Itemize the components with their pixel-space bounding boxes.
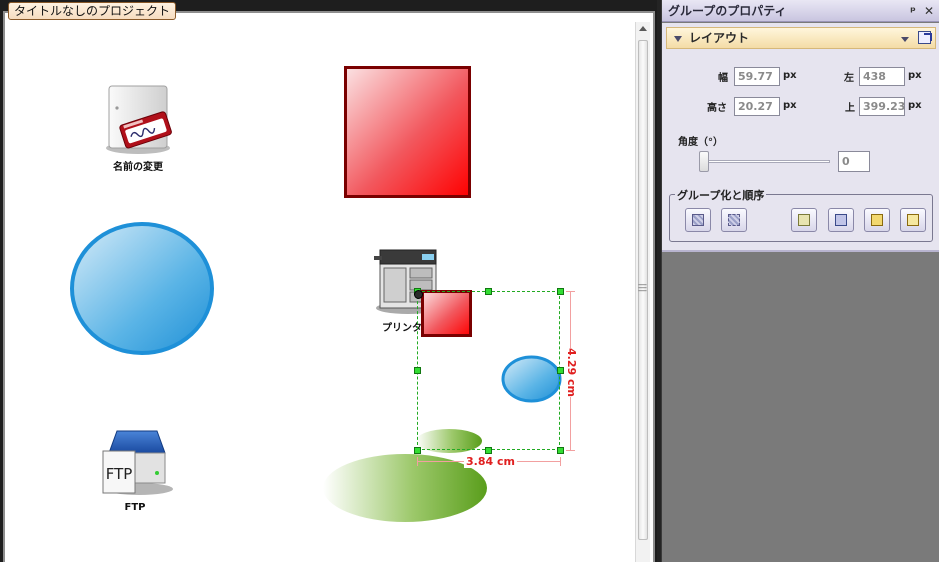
angle-slider-thumb[interactable] — [699, 151, 709, 172]
width-label: 幅 — [718, 73, 728, 84]
height-unit: px — [783, 100, 797, 111]
resize-handle-ne[interactable] — [557, 288, 564, 295]
ftp-label: FTP — [124, 502, 146, 513]
bring-forward-icon — [835, 214, 847, 226]
top-unit: px — [908, 100, 922, 111]
panel-header: グループのプロパティ ᵖ ✕ — [662, 0, 939, 22]
document-frame: タイトルなしのプロジェクト 名前の変更 プリンター FTP FTP 4.29 c… — [0, 0, 657, 562]
collapse-triangle-icon[interactable] — [674, 36, 682, 42]
ungroup-icon — [728, 214, 740, 226]
width-dimension-cap-right — [560, 457, 561, 466]
bring-forward-button[interactable] — [828, 208, 854, 232]
top-label: 上 — [845, 103, 855, 114]
dropdown-caret-icon[interactable] — [901, 37, 909, 42]
height-dimension-cap-bottom — [566, 450, 575, 451]
group-order-title: グループ化と順序 — [675, 187, 767, 203]
ftp-server-icon[interactable]: FTP — [99, 427, 175, 497]
height-dimension-text: 4.29 cm — [565, 348, 578, 397]
left-unit: px — [908, 70, 922, 81]
close-icon[interactable]: ✕ — [922, 0, 936, 22]
resize-handle-sw[interactable] — [414, 447, 421, 454]
angle-label: 角度（°） — [678, 137, 723, 148]
rename-label: 名前の変更 — [113, 162, 163, 173]
red-square-shape[interactable] — [344, 66, 471, 198]
send-to-back-button[interactable] — [900, 208, 926, 232]
send-backward-button[interactable] — [864, 208, 890, 232]
layout-section-header[interactable]: レイアウト — [666, 27, 936, 49]
left-field[interactable]: 438 — [859, 67, 905, 86]
send-to-back-icon — [907, 214, 919, 226]
top-field[interactable]: 399.23 — [859, 97, 905, 116]
width-dimension-cap-left — [417, 457, 418, 466]
splitter-grip-icon[interactable]: — — — — [638, 281, 647, 296]
rename-icon[interactable] — [103, 84, 173, 156]
group-order-box: グループ化と順序 — [669, 187, 933, 242]
rotate-handle[interactable] — [414, 290, 423, 299]
group-icon — [692, 214, 704, 226]
height-field[interactable]: 20.27 — [734, 97, 780, 116]
width-field[interactable]: 59.77 — [734, 67, 780, 86]
send-backward-icon — [871, 214, 883, 226]
popout-icon[interactable] — [918, 31, 932, 44]
group-properties-panel: グループのプロパティ ᵖ ✕ レイアウト 幅 59.77 px 左 438 px… — [661, 0, 939, 562]
resize-handle-se[interactable] — [557, 447, 564, 454]
bring-to-front-icon — [798, 214, 810, 226]
selection-box[interactable] — [417, 291, 560, 450]
pin-icon[interactable]: ᵖ — [906, 0, 920, 22]
angle-slider-track[interactable] — [702, 160, 830, 163]
layout-section-title: レイアウト — [689, 31, 750, 45]
angle-field[interactable]: 0 — [838, 151, 870, 172]
resize-handle-e[interactable] — [557, 367, 564, 374]
ungroup-button[interactable] — [721, 208, 747, 232]
blue-circle-shape[interactable] — [69, 221, 215, 356]
app-window: タイトルなしのプロジェクト 名前の変更 プリンター FTP FTP 4.29 c… — [0, 0, 939, 562]
height-dimension-cap-top — [566, 291, 575, 292]
group-button[interactable] — [685, 208, 711, 232]
svg-text:FTP: FTP — [106, 465, 133, 483]
scroll-up-icon[interactable] — [639, 26, 647, 31]
panel-title: グループのプロパティ — [668, 4, 787, 18]
bring-to-front-button[interactable] — [791, 208, 817, 232]
resize-handle-s[interactable] — [485, 447, 492, 454]
width-dimension-text: 3.84 cm — [464, 455, 517, 468]
document-tab[interactable]: タイトルなしのプロジェクト — [8, 2, 177, 20]
resize-handle-w[interactable] — [414, 367, 421, 374]
left-label: 左 — [844, 73, 854, 84]
panel-body: レイアウト 幅 59.77 px 左 438 px 高さ 20.27 px 上 … — [662, 23, 939, 252]
resize-handle-n[interactable] — [485, 288, 492, 295]
width-unit: px — [783, 70, 797, 81]
height-label: 高さ — [707, 103, 727, 114]
